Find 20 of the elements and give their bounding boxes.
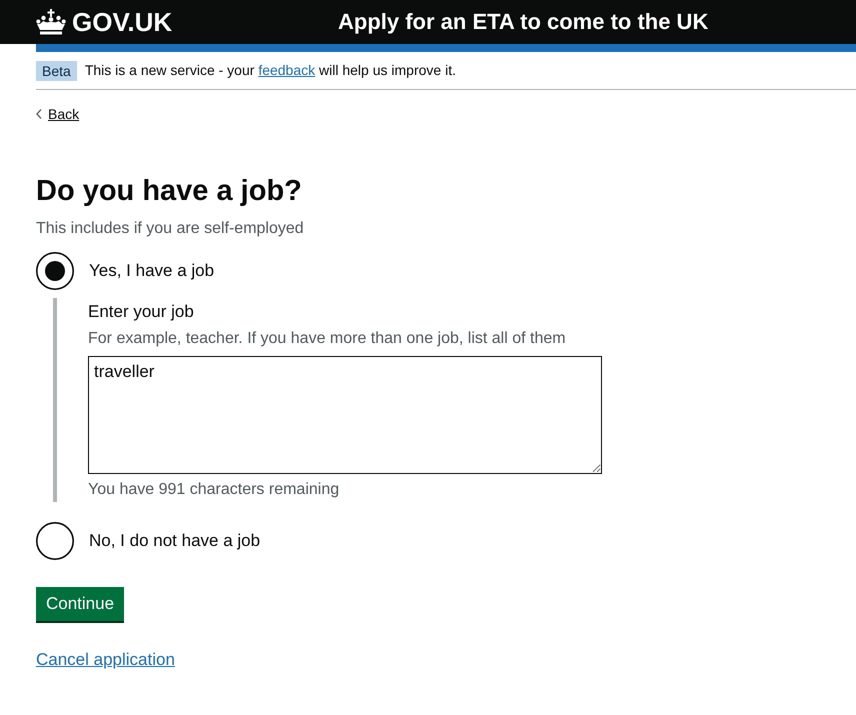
page-heading: Do you have a job? — [36, 174, 303, 209]
continue-button[interactable]: Continue — [36, 587, 124, 621]
chevron-left-icon — [36, 109, 42, 119]
feedback-link[interactable]: feedback — [258, 62, 316, 78]
service-name: Apply for an ETA to come to the UK — [338, 11, 708, 33]
field-hint: For example, teacher. If you have more than one job, list all of them — [88, 329, 567, 349]
job-textarea[interactable]: traveller — [88, 356, 602, 474]
question-hint: This includes if you are self-employed — [36, 219, 305, 239]
field-label: Enter your job — [88, 302, 195, 322]
radio-button[interactable] — [36, 522, 74, 560]
radio-label[interactable]: No, I do not have a job — [89, 531, 260, 551]
beta-tag: Beta — [36, 60, 77, 80]
radio-button[interactable] — [36, 252, 74, 290]
radio-label[interactable]: Yes, I have a job — [89, 261, 214, 281]
govuk-logo[interactable]: GOV.UK — [36, 9, 172, 35]
crown-icon — [36, 9, 66, 35]
character-count: You have 991 characters remaining — [88, 480, 340, 500]
banner-text: This is a new service - your feedback will help us improve it. — [84, 61, 456, 80]
back-link[interactable]: Back — [36, 104, 80, 124]
cancel-application-link[interactable]: Cancel application — [36, 650, 175, 669]
